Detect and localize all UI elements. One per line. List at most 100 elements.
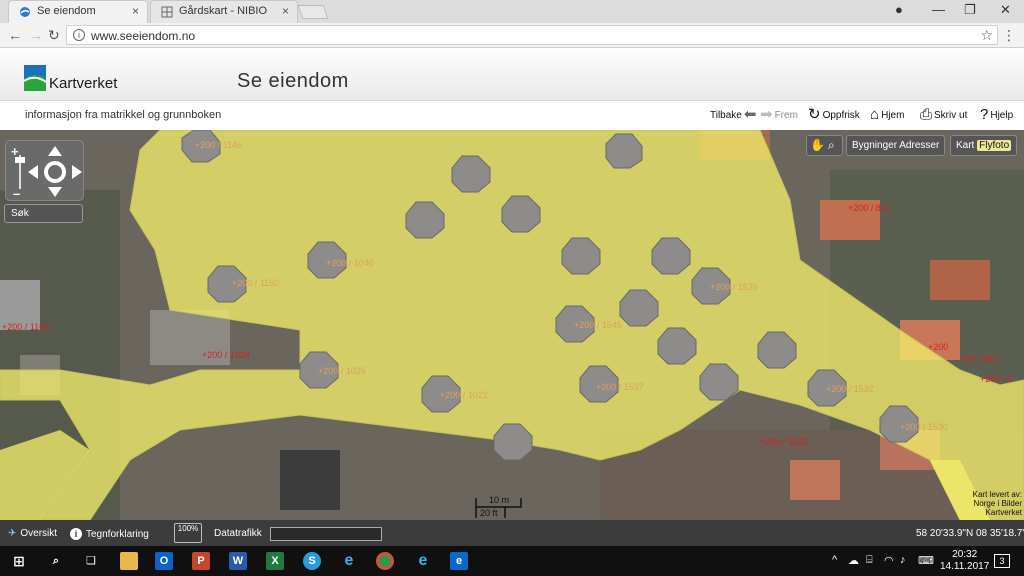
site-header: Kartverket Se eiendom	[0, 49, 1024, 101]
legend-label: Tegnforklaring	[86, 528, 149, 540]
site-favicon-icon	[20, 7, 30, 17]
tab-close-icon[interactable]: ×	[282, 4, 289, 18]
back-arrow-icon[interactable]: ←	[8, 27, 22, 43]
info-icon: i	[70, 528, 82, 540]
back-label: Tilbake	[710, 109, 742, 121]
outlook-icon[interactable]: O	[155, 552, 173, 570]
help-button[interactable]: ? Hjelp	[980, 106, 1013, 123]
parcel-label: +200 / 1025	[318, 366, 366, 376]
bookmark-star-icon[interactable]: ☆	[980, 27, 993, 44]
scale-imperial: 20 ft	[480, 508, 498, 518]
wifi-icon[interactable]: ◠	[884, 554, 894, 567]
forward-button[interactable]: ➡ Frem	[760, 107, 798, 122]
kartverket-logo-icon	[24, 65, 46, 91]
task-view-icon[interactable]: ❏	[82, 552, 100, 570]
clock-time: 20:32	[952, 549, 978, 560]
new-tab-button[interactable]	[297, 5, 329, 19]
basemap-toggle-group: Kart Flyfoto	[950, 135, 1018, 156]
zoom-in-button[interactable]: +	[11, 144, 19, 159]
scale-bar: 10 m 20 ft	[475, 495, 523, 519]
layer-toggle-group: Bygninger Adresser	[846, 135, 946, 156]
tab-title: Gårdskart - NIBIO	[179, 5, 268, 17]
home-button[interactable]: ⌂ Hjem	[870, 106, 905, 123]
home-label: Hjem	[881, 109, 905, 121]
parcel-label: +200 / 1533	[760, 437, 808, 447]
volume-icon[interactable]: ♪	[900, 554, 906, 566]
refresh-label: Oppfrisk	[822, 109, 860, 121]
legend-button[interactable]: i Tegnforklaring	[70, 528, 149, 540]
magnifier-icon[interactable]: ⌕	[828, 138, 835, 153]
tab-title: Se eiendom	[37, 5, 96, 17]
close-window-icon[interactable]: ✕	[1000, 2, 1011, 18]
edge-browser-icon[interactable]: e	[450, 552, 468, 570]
buildings-layer-toggle[interactable]: Bygninger	[852, 140, 897, 151]
scale-metric: 10 m	[489, 495, 510, 505]
zoom-level-text: 100%	[177, 524, 199, 533]
search-button[interactable]: Søk	[4, 204, 83, 223]
chrome-icon[interactable]	[376, 552, 394, 570]
parcel-label: +200 / 1535	[710, 282, 758, 292]
back-button[interactable]: Tilbake ⬅	[710, 107, 756, 122]
tray-expand-icon[interactable]: ^	[832, 554, 837, 566]
map-canvas[interactable]: +200 / 1146 +200 / 1150 +200 / 1160 +200…	[0, 130, 1024, 520]
file-explorer-icon[interactable]	[120, 552, 138, 570]
os-taskbar: ⊞ ⌕ ❏ O P W X S e e e ^ ☁ ⌸ ◠ ♪ ⌨ 20:32 …	[0, 546, 1024, 576]
system-clock[interactable]: 20:32 14.11.2017	[940, 549, 989, 573]
windows-start-icon[interactable]: ⊞	[10, 552, 28, 570]
help-icon: ?	[980, 106, 989, 123]
parcel-label: +200 / 1150	[232, 278, 280, 288]
nibio-favicon-icon	[161, 6, 173, 18]
page-title: Se eiendom	[237, 70, 349, 92]
credit-line: Kartverket	[985, 508, 1022, 517]
refresh-button[interactable]: ↻ Oppfrisk	[808, 107, 860, 122]
print-button[interactable]: ⎙ Skriv ut	[920, 107, 968, 122]
aerial-basemap-toggle[interactable]: Flyfoto	[977, 140, 1012, 151]
url-input[interactable]: i www.seeiendom.no ☆	[66, 25, 998, 45]
parcel-label: +200 / 1028	[202, 350, 250, 360]
traffic-label: Datatrafikk	[214, 528, 262, 539]
overview-button[interactable]: ✈ Oversikt	[8, 528, 57, 539]
profile-icon[interactable]: ●	[895, 2, 903, 17]
keyboard-icon[interactable]: ⌨	[918, 554, 934, 567]
credit-line: Norge i Bilder	[973, 499, 1022, 508]
notifications-badge[interactable]: 3	[994, 554, 1010, 568]
traffic-meter	[270, 527, 382, 541]
browser-tab-strip: Se eiendom × Gårdskart - NIBIO × ● — ❐ ✕	[0, 0, 1024, 23]
zoom-level-indicator[interactable]: 100%	[174, 523, 202, 543]
tab-se-eiendom[interactable]: Se eiendom ×	[8, 0, 148, 23]
pan-hand-icon[interactable]: ✋	[810, 138, 825, 152]
aerial-map-image	[0, 130, 1024, 520]
edge-icon[interactable]: e	[340, 552, 358, 570]
tagline: informasjon fra matrikkel og grunnboken	[25, 109, 222, 121]
map-basemap-toggle[interactable]: Kart	[956, 140, 974, 151]
network-icon[interactable]: ⌸	[866, 554, 873, 567]
url-text[interactable]: www.seeiendom.no	[91, 29, 195, 43]
print-label: Skriv ut	[934, 109, 968, 121]
skype-icon[interactable]: S	[303, 552, 321, 570]
forward-label: Frem	[774, 109, 798, 121]
onedrive-icon[interactable]: ☁	[848, 554, 859, 567]
restore-icon[interactable]: ❐	[964, 2, 976, 18]
word-icon[interactable]: W	[229, 552, 247, 570]
tab-close-icon[interactable]: ×	[132, 4, 139, 18]
zoom-out-button[interactable]: –	[13, 186, 20, 201]
excel-icon[interactable]: X	[266, 552, 284, 570]
internet-explorer-icon[interactable]: e	[414, 552, 432, 570]
reload-icon[interactable]: ↻	[48, 27, 60, 44]
minimize-icon[interactable]: —	[932, 2, 945, 17]
parcel-label: +200 / 1530	[900, 422, 948, 432]
search-icon[interactable]: ⌕	[47, 552, 65, 570]
tab-gardskart[interactable]: Gårdskart - NIBIO ×	[150, 0, 298, 23]
powerpoint-icon[interactable]: P	[192, 552, 210, 570]
info-icon[interactable]: i	[73, 29, 85, 41]
parcel-label: +200 / 1040	[326, 258, 374, 268]
address-bar: ← → ↻ i www.seeiendom.no ☆ ⋮	[0, 23, 1024, 48]
browser-menu-icon[interactable]: ⋮	[1002, 27, 1016, 44]
coordinates-readout: 58 20'33.9"N 08 35'18.7"Ø	[916, 528, 1024, 539]
home-icon: ⌂	[870, 106, 880, 123]
addresses-layer-toggle[interactable]: Adresser	[899, 140, 939, 151]
logo-text: Kartverket	[49, 75, 118, 92]
parcel-label: +200 / 1545	[574, 320, 622, 330]
forward-arrow-icon[interactable]: →	[29, 27, 43, 43]
bird-icon: ✈	[8, 528, 17, 539]
